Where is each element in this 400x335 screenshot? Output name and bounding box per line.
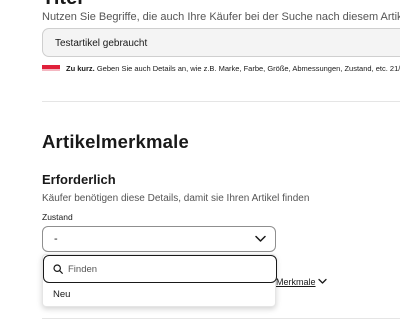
strength-bar-track — [42, 69, 60, 71]
warning-bold: Zu kurz. — [66, 64, 95, 73]
section-divider — [42, 101, 400, 102]
chevron-down-icon — [255, 235, 266, 242]
required-description: Käufer benötigen diese Details, damit si… — [42, 193, 310, 204]
title-hint: Nutzen Sie Begriffe, die auch Ihre Käufe… — [42, 11, 400, 23]
condition-select[interactable]: - — [42, 226, 276, 252]
condition-dropdown-menu: Neu — [42, 254, 277, 307]
required-heading: Erforderlich — [42, 172, 116, 187]
dropdown-search-box[interactable] — [43, 255, 277, 283]
warning-details: Geben Sie auch Details an, wie z.B. Mark… — [94, 64, 400, 73]
title-input[interactable]: Testartikel gebraucht — [42, 28, 400, 57]
dropdown-search-input[interactable] — [68, 261, 268, 277]
search-icon — [53, 264, 63, 274]
strength-indicator — [42, 65, 60, 71]
condition-value: - — [54, 233, 58, 245]
item-specifics-heading: Artikelmerkmale — [42, 131, 189, 152]
condition-label: Zustand — [42, 212, 73, 222]
dropdown-option-neu[interactable]: Neu — [53, 289, 70, 300]
more-specifics-link[interactable]: Merkmale — [276, 277, 316, 287]
title-heading: Titel — [42, 0, 83, 8]
section-divider — [42, 318, 400, 319]
chevron-down-icon[interactable] — [318, 278, 327, 285]
warning-text: Zu kurz. Geben Sie auch Details an, wie … — [66, 64, 400, 73]
